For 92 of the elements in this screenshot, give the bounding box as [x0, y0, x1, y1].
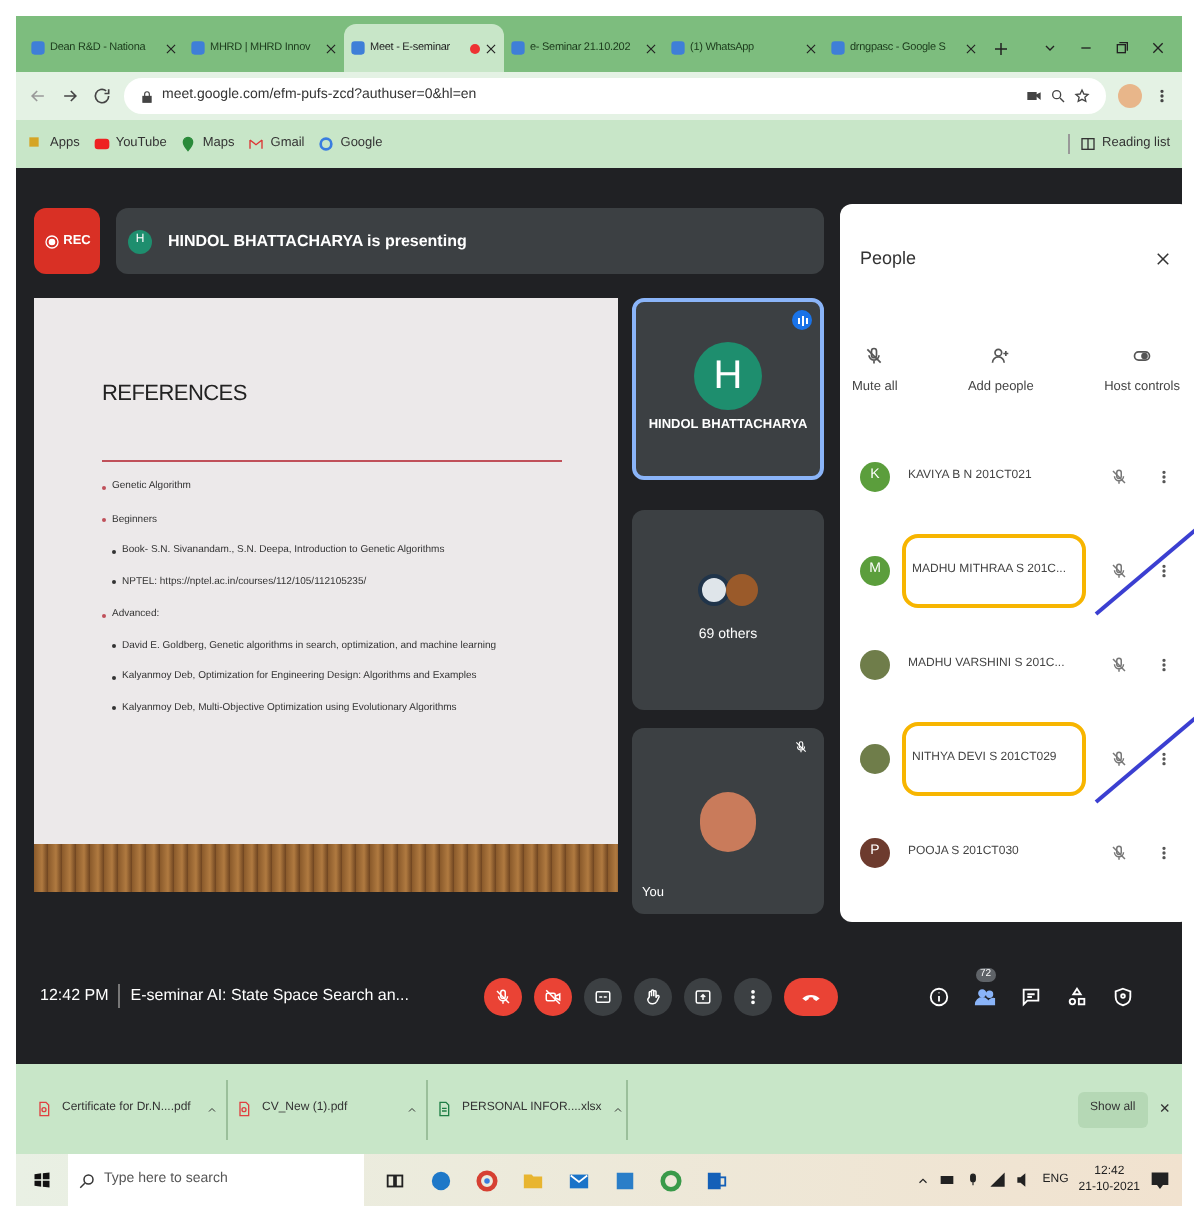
- close-icon: [644, 41, 658, 55]
- close-icon: [324, 41, 338, 55]
- more-icon: [1156, 750, 1172, 768]
- panel-title: People: [860, 245, 917, 272]
- present-icon: [694, 987, 713, 1005]
- info-icon: [928, 985, 950, 1007]
- close-icon: [1150, 40, 1166, 56]
- mic-off-icon: [864, 346, 885, 367]
- close-button[interactable]: ×: [1159, 1095, 1170, 1123]
- chat-button[interactable]: [1020, 985, 1042, 1007]
- search-icon: [78, 1171, 96, 1189]
- mic-off-icon: [794, 740, 808, 754]
- favicon-icon: [830, 40, 846, 56]
- camera-off-button[interactable]: [534, 977, 573, 1015]
- hand-button[interactable]: [634, 977, 673, 1015]
- restore-icon: [1114, 40, 1130, 56]
- favicon-icon: [30, 40, 46, 56]
- hand-icon: [644, 987, 663, 1005]
- photo-placeholder: [860, 744, 890, 774]
- close-icon: [964, 41, 978, 55]
- back-arrow-icon: [28, 86, 48, 106]
- mic-off-icon: [1110, 750, 1128, 768]
- presenting-text: HINDOL BHATTACHARYA is presenting: [168, 229, 467, 253]
- shapes-icon: [1066, 985, 1088, 1007]
- forward-arrow-icon: [60, 86, 80, 106]
- mail-icon: [568, 1169, 590, 1191]
- lock-icon: [140, 89, 154, 103]
- captions-button[interactable]: [584, 977, 623, 1015]
- battery-icon: [940, 1172, 957, 1188]
- bookmark-icon: [93, 136, 110, 152]
- meeting-time: 12:42 PM: [40, 984, 121, 1008]
- close-icon: [484, 41, 498, 55]
- bookmark-icon: [248, 136, 265, 152]
- wifi-icon: [990, 1172, 1007, 1188]
- close-icon: [164, 41, 178, 55]
- reading-list-icon: [1080, 136, 1097, 152]
- record-icon: [43, 233, 60, 249]
- mic-off-button[interactable]: [484, 977, 523, 1015]
- more-icon: [1156, 562, 1172, 580]
- chevron-down-icon: [1042, 40, 1058, 56]
- speaker-avatar: H: [694, 342, 762, 411]
- phone-hangup-button[interactable]: [784, 977, 839, 1015]
- mic-off-icon: [1110, 656, 1128, 674]
- toggle-icon: [1132, 346, 1153, 367]
- more-icon: [1156, 656, 1172, 674]
- favicon-icon: [190, 40, 206, 56]
- plus-icon: [992, 40, 1010, 58]
- favicon-icon: [670, 40, 686, 56]
- photo-placeholder: [860, 650, 890, 680]
- more-icon: [1156, 844, 1172, 862]
- folder-icon: [522, 1169, 544, 1191]
- caret-up-icon: [611, 1103, 624, 1115]
- bookmark-icon: [28, 136, 44, 152]
- pdf-file-icon: [236, 1100, 252, 1118]
- slide-title: REFERENCES: [102, 380, 249, 410]
- star-icon: [1074, 88, 1090, 104]
- bookmark-icon: [318, 136, 335, 152]
- meeting-title: E-seminar AI: State Space Search an...: [128, 984, 411, 1008]
- speaking-indicator-icon: [792, 310, 812, 330]
- task-view-icon: [384, 1169, 406, 1191]
- chat-icon: [1020, 985, 1042, 1007]
- mic-off-icon: [494, 987, 513, 1005]
- camera-off-icon: [544, 987, 563, 1005]
- people-icon: [974, 985, 996, 1007]
- zoom-icon: [1050, 88, 1066, 104]
- mic-off-icon: [1110, 844, 1128, 862]
- mic-off-icon: [1110, 562, 1128, 580]
- favicon-icon: [510, 40, 526, 56]
- caret-up-icon: [206, 1103, 218, 1115]
- spreadsheet-file-icon: [436, 1100, 452, 1118]
- reload-icon: [92, 86, 112, 106]
- caret-up-icon: [916, 1173, 931, 1187]
- caret-up-icon: [406, 1103, 418, 1115]
- favicon-icon: [350, 40, 366, 56]
- more-icon: [1156, 468, 1172, 486]
- shield-button[interactable]: [1112, 985, 1134, 1007]
- captions-icon: [594, 987, 613, 1005]
- notification-icon: [1150, 1170, 1170, 1190]
- pdf-file-icon: [36, 1100, 52, 1118]
- close-icon: [1154, 250, 1172, 268]
- mic-off-icon: [1110, 468, 1128, 486]
- windows-logo-icon: [32, 1170, 52, 1190]
- shapes-button[interactable]: [1066, 985, 1088, 1007]
- present-button[interactable]: [684, 977, 723, 1015]
- bookmark-icon: [180, 136, 197, 152]
- camera-icon: [1026, 88, 1042, 104]
- more-button[interactable]: [734, 977, 773, 1015]
- add-person-icon: [990, 346, 1011, 367]
- menu-icon: [1154, 86, 1170, 106]
- close-icon: [804, 41, 818, 55]
- info-button[interactable]: [928, 985, 950, 1007]
- shield-icon: [1112, 985, 1134, 1007]
